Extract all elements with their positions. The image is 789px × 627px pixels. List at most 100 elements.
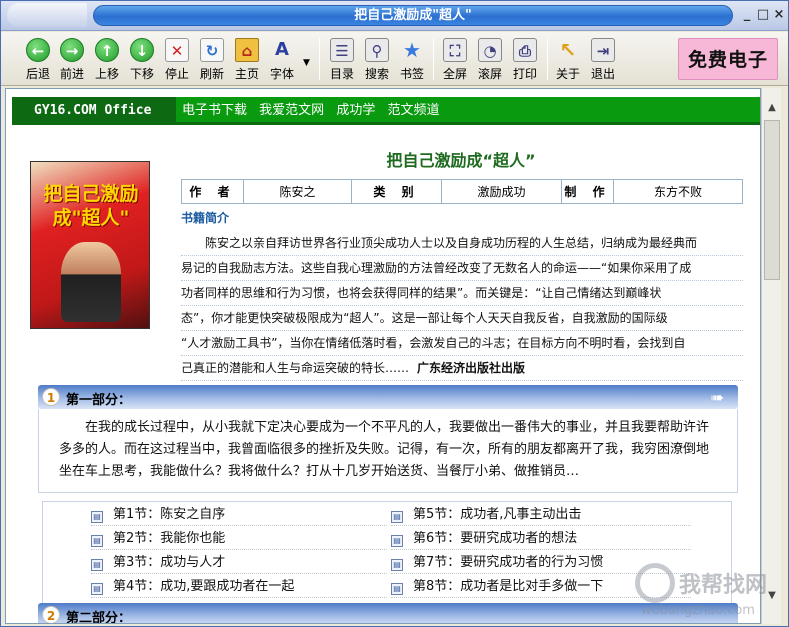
- chapter-title: 第7节：要研究成功者的行为习惯: [413, 555, 604, 570]
- intro-line: 功者同样的思维和行为习惯，也将会获得同样的结果”。而关键是：“让自己情绪达到巅峰…: [181, 281, 743, 306]
- category-value: 激励成功: [441, 179, 562, 204]
- book-icon: ▤: [91, 559, 103, 571]
- book-icon: ▤: [391, 583, 403, 595]
- part-1-summary: 在我的成长过程中，从小我就下定决心要成为一个不平凡的人，我要做出一番伟大的事业，…: [38, 409, 738, 493]
- stop-button[interactable]: ✕ 停止: [160, 36, 194, 82]
- autoscroll-button[interactable]: ◔ 滚屏: [473, 36, 507, 82]
- nav-links: 电子书下载 我爱范文网 成功学 范文频道: [182, 97, 447, 125]
- chapter-title: 第4节：成功,要跟成功者在一起: [113, 579, 295, 594]
- chapter-title: 第2节：我能你也能: [113, 531, 226, 546]
- about-button[interactable]: ↖ 关于: [551, 36, 585, 82]
- move-up-button[interactable]: ↑ 上移: [90, 36, 124, 82]
- home-button[interactable]: ⌂ 主页: [230, 36, 264, 82]
- home-icon: ⌂: [235, 38, 259, 62]
- nav-link-ebook-download[interactable]: 电子书下载: [182, 103, 247, 118]
- publisher: 广东经济出版社出版: [417, 361, 526, 375]
- search-button[interactable]: ⚲ 搜索: [360, 36, 394, 82]
- chapter-link[interactable]: ▤ 第1节：陈安之自序: [91, 504, 387, 526]
- font-button[interactable]: A 字体: [265, 36, 299, 82]
- forward-button[interactable]: → 前进: [55, 36, 89, 82]
- vertical-scrollbar[interactable]: ▲ ▼: [761, 88, 781, 624]
- maximize-button[interactable]: □: [755, 7, 771, 23]
- chapter-link[interactable]: ▤ 第6节：要研究成功者的想法: [391, 528, 691, 550]
- watermark-name: 我帮找网: [679, 573, 768, 598]
- move-down-button[interactable]: ↓ 下移: [125, 36, 159, 82]
- down-icon: ↓: [130, 38, 154, 62]
- watermark-url: wobangzhao.com: [641, 603, 755, 618]
- chapter-title: 第8节：成功者是比对手多做一下: [413, 579, 604, 594]
- intro-line: 态”，你才能更快突破极限成为“超人”。这是一部让每个人天天自我反省，自我激励的国…: [181, 306, 743, 331]
- fullscreen-button[interactable]: ⛶ 全屏: [438, 36, 472, 82]
- chapter-title: 第6节：要研究成功者的想法: [413, 531, 578, 546]
- about-icon: ↖: [559, 38, 577, 62]
- font-dropdown-arrow-icon[interactable]: ▼: [303, 58, 310, 68]
- chapter-link[interactable]: ▤ 第3节：成功与人才: [91, 552, 387, 574]
- bookmark-label: 书签: [399, 67, 424, 81]
- scroll-up-icon[interactable]: ▲: [764, 100, 780, 116]
- search-icon: ⚲: [365, 38, 389, 62]
- contents-label: 目录: [329, 67, 354, 81]
- maker-value: 东方不败: [613, 179, 743, 204]
- book-icon: ▤: [91, 511, 103, 523]
- autoscroll-icon: ◔: [478, 38, 502, 62]
- fullscreen-label: 全屏: [442, 67, 467, 81]
- home-label: 主页: [234, 67, 259, 81]
- intro-line: “人才激励工具书”，当你在情绪低落时看，会激发自己的斗志；在目标方向不明时看，会…: [181, 331, 743, 356]
- part-1-title: 第一部分：: [66, 393, 132, 408]
- book-info-table: 作 者 陈安之 类 别 激励成功 制 作 东方不败: [181, 179, 743, 204]
- refresh-button[interactable]: ↻ 刷新: [195, 36, 229, 82]
- print-label: 打印: [512, 67, 537, 81]
- close-button[interactable]: ×: [771, 7, 787, 23]
- book-title: 把自己激励成“超人”: [386, 151, 536, 170]
- cover-portrait: [61, 242, 121, 322]
- chapter-link[interactable]: ▤ 第2节：我能你也能: [91, 528, 387, 550]
- toolbar-separator: [319, 38, 320, 80]
- intro-line: 陈安之以亲自拜访世界各行业顶尖成功人士以及自身成功历程的人生总结，归纳成为最经典…: [181, 231, 743, 256]
- minimize-button[interactable]: _: [739, 7, 755, 23]
- exit-label: 退出: [590, 67, 615, 81]
- site-name[interactable]: GY16.COM Office: [12, 97, 176, 125]
- book-icon: ▤: [91, 535, 103, 547]
- book-icon: ▤: [391, 511, 403, 523]
- bookmark-icon: ★: [403, 38, 421, 62]
- about-label: 关于: [555, 67, 580, 81]
- bookmark-button[interactable]: ★ 书签: [395, 36, 429, 82]
- title-bar[interactable]: 把自己激励成"超人" _ □ ×: [1, 1, 788, 31]
- part-1-chapter-list: ▤ 第1节：陈安之自序 ▤ 第2节：我能你也能 ▤ 第3节：成功与人才 ▤ 第4节：成功…: [42, 501, 732, 611]
- forward-icon: →: [60, 38, 84, 62]
- font-label: 字体: [269, 67, 294, 81]
- part-2-title: 第二部分：: [66, 611, 132, 624]
- nav-link-fanwen-channel[interactable]: 范文频道: [387, 103, 439, 118]
- stop-label: 停止: [164, 67, 189, 81]
- autoscroll-label: 滚屏: [477, 67, 502, 81]
- exit-icon: ⇥: [591, 38, 615, 62]
- watermark: 我帮找网 wobangzhao.com: [631, 561, 786, 623]
- scrollbar-thumb[interactable]: [764, 120, 780, 280]
- chapter-link[interactable]: ▤ 第5节：成功者,凡事主动出击: [391, 504, 691, 526]
- back-icon: ←: [26, 38, 50, 62]
- nav-link-fanwen[interactable]: 我爱范文网: [259, 103, 324, 118]
- author-key: 作 者: [181, 179, 244, 204]
- print-button[interactable]: ⎙ 打印: [508, 36, 542, 82]
- toolbar: ← 后退 → 前进 ↑ 上移 ↓ 下移 ✕ 停止 ↻ 刷新 ⌂ 主页 A 字体: [1, 32, 788, 113]
- move-down-label: 下移: [129, 67, 154, 81]
- part-2-number: 2: [42, 606, 60, 623]
- part-1-header[interactable]: 1 第一部分： ➠: [38, 385, 738, 409]
- print-icon: ⎙: [513, 38, 537, 62]
- contents-button[interactable]: ☰ 目录: [325, 36, 359, 82]
- refresh-icon: ↻: [200, 38, 224, 62]
- free-ebook-banner[interactable]: 免费电子书: [678, 38, 778, 113]
- toolbar-separator: [433, 38, 434, 80]
- intro-line-last: 己真正的潜能和人生与命运突破的特长…… 广东经济出版社出版: [181, 356, 743, 381]
- exit-button[interactable]: ⇥ 退出: [586, 36, 620, 82]
- cover-title: 把自己激励成"超人": [43, 183, 139, 229]
- intro-line: 己真正的潜能和人生与命运突破的特长……: [181, 361, 410, 375]
- reader-content[interactable]: GY16.COM Office 电子书下载 我爱范文网 成功学 范文频道 把自己…: [5, 88, 761, 624]
- nav-link-success[interactable]: 成功学: [336, 103, 375, 118]
- maker-key: 制 作: [561, 179, 614, 204]
- back-label: 后退: [25, 67, 50, 81]
- back-button[interactable]: ← 后退: [21, 36, 55, 82]
- chapter-link[interactable]: ▤ 第4节：成功,要跟成功者在一起: [91, 576, 387, 598]
- arrow-right-icon[interactable]: ➠: [711, 388, 724, 407]
- part-1-number: 1: [42, 388, 60, 406]
